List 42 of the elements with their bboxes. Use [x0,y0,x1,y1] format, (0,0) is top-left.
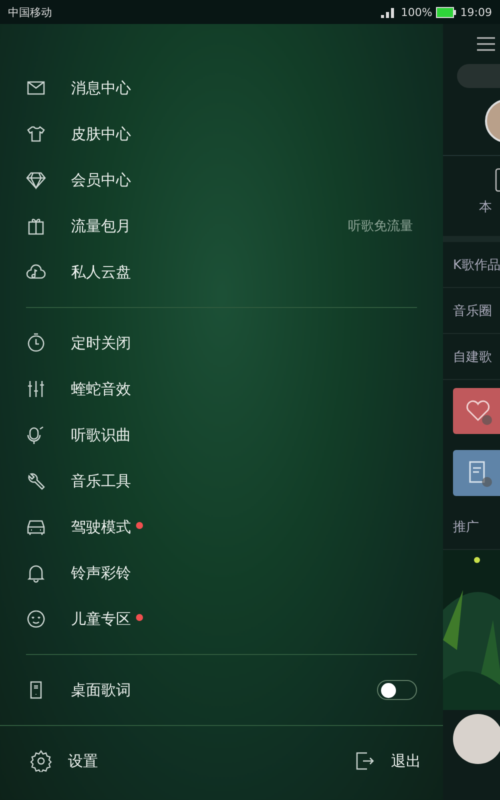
menu-item[interactable]: 蝰蛇音效 [71,380,131,398]
battery-percent: 100% [400,6,432,18]
menu-item[interactable]: 皮肤中心 [71,124,131,144]
clock-time: 19:09 [460,6,492,18]
menu-item[interactable]: 桌面歌词 [71,680,131,700]
gift-icon [26,216,46,236]
menu-note: 听歌免流量 [348,218,413,235]
menu-item[interactable]: 消息中心 [71,78,131,98]
avatar[interactable] [453,714,500,764]
menu-item[interactable]: 定时关闭 [71,334,131,352]
list-heading[interactable]: 音乐圈 [453,302,492,320]
menu-item[interactable]: 儿童专区 [71,610,131,628]
menu-item[interactable]: 私人云盘 [71,262,131,282]
list-heading[interactable]: K歌作品 [453,256,500,274]
bell-icon [26,563,46,583]
list-heading[interactable]: 自建歌 [453,348,492,366]
list-heading[interactable]: 推广 [453,518,479,536]
playlist-cover[interactable] [453,450,500,496]
search-field[interactable] [457,64,500,88]
wrench-icon [26,471,46,491]
menu-item[interactable]: 铃声彩铃 [71,564,131,582]
menu-icon[interactable] [477,36,495,52]
tab-label[interactable]: 本 [479,198,492,216]
menu-item[interactable]: 听歌识曲 [71,426,131,444]
battery-icon [436,6,456,18]
diamond-icon [26,170,46,190]
timer-icon [26,333,46,353]
shirt-icon [26,124,46,144]
menu-item[interactable]: 流量包月 [71,216,131,236]
settings-icon [30,750,52,772]
equalizer-icon [26,379,46,399]
playlist-cover[interactable] [453,388,500,434]
carrier-name: 中国移动 [8,4,52,20]
settings-button[interactable]: 设置 [68,752,98,770]
menu-item[interactable]: 音乐工具 [71,472,131,490]
exit-icon [355,751,375,771]
menu-item[interactable]: 驾驶模式 [71,518,131,536]
menu-item[interactable]: 会员中心 [71,170,131,190]
toggle-switch[interactable] [377,680,417,700]
smiley-icon [26,609,46,629]
microphone-icon [26,425,46,445]
exit-button[interactable]: 退出 [391,752,421,770]
